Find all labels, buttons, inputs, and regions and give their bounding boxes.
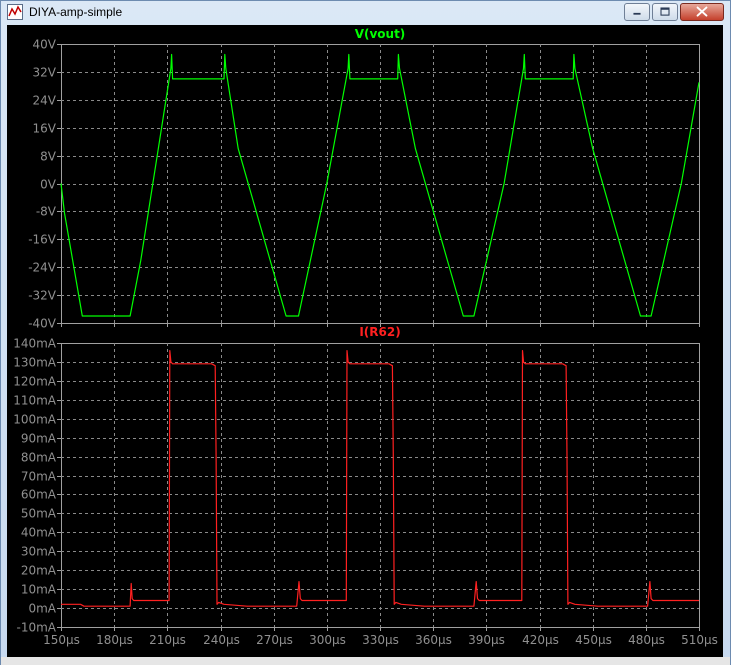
y-tick-label: 0V: [40, 178, 57, 192]
maximize-icon: [660, 7, 670, 16]
x-tick-label: 450µs: [575, 633, 612, 647]
y-tick-label: -24V: [28, 261, 57, 275]
y-tick-label: 40V: [33, 38, 57, 52]
y-tick-label: 20mA: [21, 564, 57, 578]
y-tick-label: 130mA: [13, 356, 57, 370]
y-tick-label: 60mA: [21, 488, 57, 502]
y-tick-label: 32V: [33, 66, 57, 80]
x-tick-label: 150µs: [43, 633, 80, 647]
y-tick-label: -32V: [28, 289, 57, 303]
window-title: DIYA-amp-simple: [29, 5, 123, 19]
close-icon: [696, 6, 708, 17]
x-tick-label: 210µs: [149, 633, 186, 647]
y-tick-label: 100mA: [13, 413, 57, 427]
y-tick-label: 0mA: [28, 602, 56, 616]
y-tick-label: 90mA: [21, 432, 57, 446]
ir62-pane: 150µs 180µs 210µs 240µs 270µs 300µs 330µs 360µs…: [13, 325, 718, 647]
x-tick-label: 180µs: [96, 633, 133, 647]
waveform-icon: [7, 4, 23, 20]
title-bar[interactable]: DIYA-amp-simple: [1, 1, 730, 25]
minimize-icon: [633, 12, 641, 15]
x-tick-label: 510µs: [681, 633, 718, 647]
x-tick-label: 270µs: [256, 633, 293, 647]
y-tick-label: 70mA: [21, 470, 57, 484]
y-tick-label: 30mA: [21, 545, 57, 559]
x-tick-label: 420µs: [522, 633, 559, 647]
x-tick-label: 480µs: [628, 633, 665, 647]
minimize-button[interactable]: [624, 3, 650, 21]
maximize-button[interactable]: [652, 3, 678, 21]
trace-title[interactable]: I(R62): [359, 325, 400, 339]
x-tick-label: 330µs: [362, 633, 399, 647]
y-tick-label: 110mA: [13, 394, 57, 408]
y-tick-label: 24V: [33, 94, 57, 108]
y-tick-label: 120mA: [13, 375, 57, 389]
y-tick-label: 50mA: [21, 507, 57, 521]
waveform-plot[interactable]: 40V 32V 24V 16V 8V 0V -8V -16V -24V -32V -40V V(vou…: [7, 25, 723, 657]
y-tick-label: -10mA: [17, 621, 57, 635]
y-tick-label: 8V: [40, 150, 57, 164]
trace-title[interactable]: V(vout): [355, 27, 406, 41]
close-button[interactable]: [680, 3, 724, 21]
x-tick-label: 240µs: [203, 633, 240, 647]
y-tick-label: 140mA: [13, 337, 57, 351]
status-bar: [1, 657, 730, 665]
y-tick-label: 16V: [33, 122, 57, 136]
x-tick-label: 300µs: [309, 633, 346, 647]
y-tick-label: -8V: [36, 205, 57, 219]
y-tick-label: 80mA: [21, 451, 57, 465]
app-window: DIYA-amp-simple 40V 32V 24V 16V 8V 0V -8V -16V -…: [0, 0, 731, 665]
x-tick-label: 390µs: [468, 633, 505, 647]
y-tick-label: 40mA: [21, 526, 57, 540]
plot-area[interactable]: 40V 32V 24V 16V 8V 0V -8V -16V -24V -32V -40V V(vou…: [7, 25, 723, 657]
y-tick-label: -16V: [28, 233, 57, 247]
x-tick-label: 360µs: [415, 633, 452, 647]
y-tick-label: -40V: [28, 317, 57, 331]
y-tick-label: 10mA: [21, 583, 57, 597]
vout-pane: 40V 32V 24V 16V 8V 0V -8V -16V -24V -32V -40V V(vou…: [28, 27, 700, 331]
